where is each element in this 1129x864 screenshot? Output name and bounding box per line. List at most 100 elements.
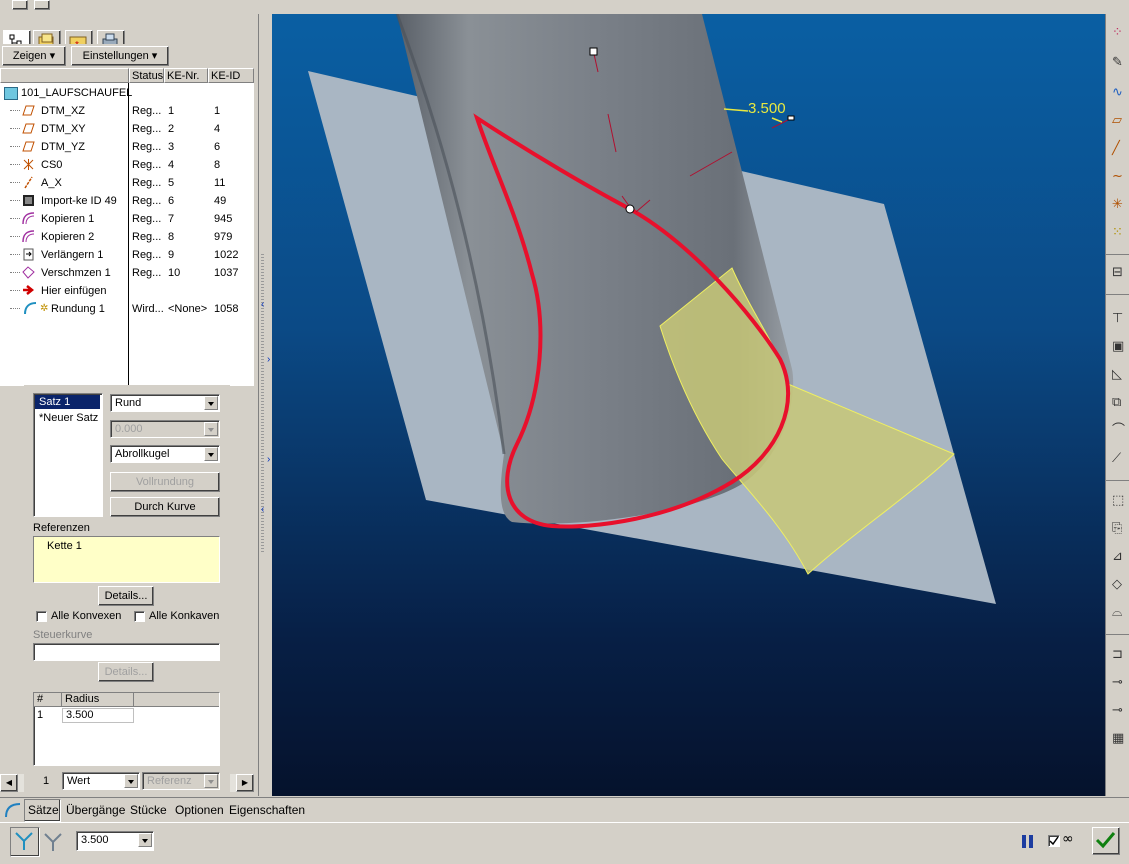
tree-row[interactable]: ✲ Rundung 1 Wird... <None> 1058 [0,300,254,318]
scroll-right-icon[interactable]: ▶ [236,774,254,792]
sketch-icon[interactable]: ✎ [1112,54,1129,72]
shape-select[interactable]: Rund [110,394,220,412]
tree-row[interactable]: Verlängern 1 Reg... 9 1022 [0,246,254,264]
chamfer-icon[interactable]: ⟋ [1112,450,1129,468]
trim-icon[interactable]: ⌓ [1112,604,1129,622]
radius-dimension-label[interactable]: 3.500 [748,100,786,117]
tree-row[interactable]: CS0 Reg... 4 8 [0,156,254,174]
round-icon[interactable]: ⌒ [1112,422,1129,440]
reference-chain-item[interactable]: Kette 1 [47,540,82,552]
tree-header-ke-id[interactable]: KE-ID [208,68,254,83]
chevron-down-icon[interactable] [204,447,218,461]
glasses-icon[interactable]: ∞ [1062,831,1074,847]
tab-optionen[interactable]: Optionen [175,803,224,817]
copy-icon[interactable]: ⎘ [1112,520,1129,538]
chevron-down-icon[interactable] [138,833,152,847]
offset-icon[interactable]: ⊐ [1112,646,1129,664]
shell-icon[interactable]: ▣ [1112,338,1129,356]
transition-mode-icon[interactable] [40,829,66,855]
details-button[interactable]: Details... [98,586,154,606]
einstellungen-button[interactable]: Einstellungen ▾ [71,46,169,66]
collapse-arrow-icon[interactable]: ‹ [261,299,264,310]
collapse-arrow-icon[interactable]: ‹ [261,504,264,515]
radius-handle[interactable] [625,204,635,214]
tree-row[interactable]: Kopieren 2 Reg... 8 979 [0,228,254,246]
draft-icon[interactable]: ⧉ [1112,394,1129,412]
tree-row[interactable]: DTM_XZ Reg... 1 1 [0,102,254,120]
sets-panel: Satz 1 *Neuer Satz Rund 0.000 Abrollkuge… [24,385,230,795]
pattern-icon[interactable]: ⬚ [1112,492,1129,510]
tree-row[interactable]: Verschmzen 1 Reg... 10 1037 [0,264,254,282]
mirror-icon[interactable]: ⊿ [1112,548,1129,566]
method-select[interactable]: Abrollkugel [110,445,220,463]
window-icon[interactable] [12,0,28,10]
tree-row[interactable]: DTM_XY Reg... 2 4 [0,120,254,138]
alle-konvexen-checkbox[interactable] [36,611,47,622]
drag-handle[interactable] [589,47,598,56]
preview-checkbox[interactable] [1048,835,1060,847]
set-item-new[interactable]: *Neuer Satz [39,411,98,425]
tree-row[interactable]: Kopieren 1 Reg... 7 945 [0,210,254,228]
merge-icon[interactable]: ◇ [1112,576,1129,594]
steuerkurve-field[interactable] [33,643,220,661]
hole-icon[interactable]: ⊤ [1112,310,1129,328]
table-row-radius[interactable]: 3.500 [62,708,134,723]
tree-row-ke-nr: 3 [168,141,175,153]
scroll-left-icon[interactable]: ◀ [0,774,18,792]
alle-konkaven-checkbox[interactable] [134,611,145,622]
datum-curve-icon[interactable]: ~ [1112,168,1129,186]
tab-uebergaenge[interactable]: Übergänge [66,803,125,817]
tree-row[interactable]: Hier einfügen [0,282,254,300]
solidify-icon[interactable]: ⊸ [1112,702,1129,720]
tree-header-ke-nr[interactable]: KE-Nr. [164,68,208,83]
expand-arrow-icon[interactable]: › [267,354,270,365]
tree-row[interactable]: A_X Reg... 5 11 [0,174,254,192]
sets-list[interactable]: Satz 1 *Neuer Satz [33,393,103,517]
tree-row-status: Reg... [132,213,162,225]
copy-surface-icon [22,212,35,225]
part-icon [4,87,18,100]
tree-row-status: Reg... [132,267,162,279]
tree-root[interactable]: 101_LAUFSCHAUFEL [0,84,254,102]
apply-check-icon[interactable] [1092,827,1120,855]
tab-stuecke[interactable]: Stücke [130,803,167,817]
tab-saetze-label[interactable]: Sätze [28,803,59,817]
datum-point-icon[interactable]: ⁘ [1112,24,1129,42]
check-icon[interactable] [34,0,50,10]
rib-icon[interactable]: ◺ [1112,366,1129,384]
tree-row[interactable]: Import-ke ID 49 Reg... 6 49 [0,192,254,210]
radius-table[interactable]: # Radius 1 3.500 [33,692,220,766]
dashboard-tabs: Sätze Übergänge Stücke Optionen Eigensch… [0,797,1129,822]
set-item-selected[interactable]: Satz 1 [35,395,100,409]
tab-eigenschaften[interactable]: Eigenschaften [229,803,305,817]
grid-icon[interactable]: ▦ [1112,730,1129,748]
tree-header-status[interactable]: Status [129,68,164,83]
tree-row-ke-id: 1 [214,105,221,117]
tree-header-name[interactable] [0,68,129,83]
radius-value-select[interactable]: 3.500 [76,831,154,851]
tree-row[interactable]: DTM_YZ Reg... 3 6 [0,138,254,156]
graphics-viewport[interactable]: 3.500 [272,14,1105,796]
expand-arrow-icon[interactable]: › [267,454,270,465]
insert-here-arrow-icon [22,284,35,297]
splitter[interactable]: ‹ › ‹ › [258,14,273,796]
pause-icon[interactable] [1022,835,1026,848]
datum-plane-icon[interactable]: ▱ [1112,112,1129,130]
zeigen-button[interactable]: Zeigen ▾ [2,46,66,66]
durch-kurve-button[interactable]: Durch Kurve [110,497,220,517]
dimension-handle[interactable] [787,115,795,121]
chevron-down-icon[interactable] [204,396,218,410]
analysis-icon[interactable]: ⁙ [1112,224,1129,242]
import-feature-icon [22,194,35,207]
round-mode-icon[interactable] [10,827,40,857]
curve-icon[interactable]: ∿ [1112,84,1129,102]
references-box[interactable]: Kette 1 [33,536,220,583]
alle-konkaven-label: Alle Konkaven [149,610,220,622]
alle-konvexen-label: Alle Konvexen [51,610,122,622]
chevron-down-icon[interactable] [124,774,138,788]
coordinate-system-icon[interactable]: ✳ [1112,196,1129,214]
extrude-icon[interactable]: ⊟ [1112,264,1129,282]
datum-axis-icon[interactable]: ╱ [1112,140,1129,158]
footer-wert-select[interactable]: Wert [62,772,140,790]
thicken-icon[interactable]: ⊸ [1112,674,1129,692]
